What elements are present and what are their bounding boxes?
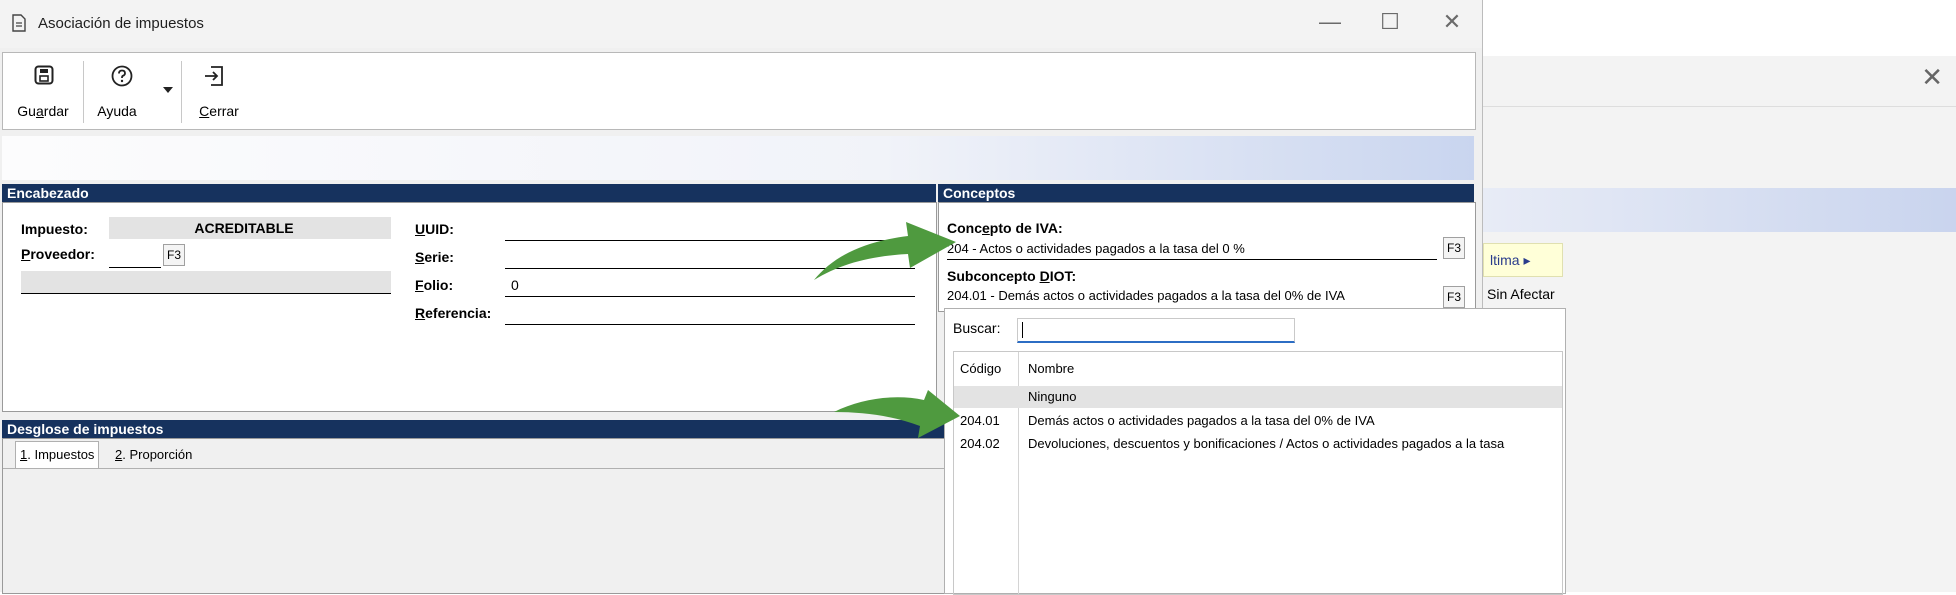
item-code: 204.02 [960, 436, 1000, 451]
maximize-button[interactable]: ☐ [1370, 9, 1410, 35]
subconcepto-dropdown: Buscar: Código Nombre Ninguno 204.01 Dem… [944, 308, 1566, 595]
desglose-header: Desglose de impuestos [2, 420, 945, 438]
item-name: Demás actos o actividades pagados a la t… [1028, 413, 1375, 428]
tab-impuestos[interactable]: 1. Impuestos [15, 441, 100, 468]
concepto-iva-value[interactable]: 204 - Actos o actividades pagados a la t… [947, 239, 1437, 260]
concepto-iva-f3-button[interactable]: F3 [1443, 237, 1465, 259]
title-bar: Asociación de impuestos — ☐ ✕ [0, 0, 1482, 48]
folio-input[interactable] [505, 296, 915, 297]
impuesto-label: Impuesto: [21, 221, 88, 237]
close-window-button[interactable]: Cerrar [189, 53, 249, 129]
green-arrow-icon [834, 390, 960, 438]
uuid-label: UUID: [415, 221, 454, 237]
item-name: Ninguno [1028, 389, 1077, 404]
dropdown-arrow-icon[interactable] [163, 87, 173, 93]
folio-label: Folio: [415, 277, 454, 293]
item-name: Devoluciones, descuentos y bonificacione… [1028, 436, 1505, 451]
encabezado-panel: Impuesto: ACREDITABLE Proveedor: F3 UUID… [2, 202, 937, 412]
green-arrow-icon [814, 222, 956, 280]
folio-value: 0 [511, 277, 519, 293]
toolbar-separator [181, 61, 182, 123]
subconcepto-diot-label: Subconcepto DIOT: [947, 268, 1077, 284]
impuesto-field: ACREDITABLE [109, 217, 391, 239]
subconcepto-diot-f3-button[interactable]: F3 [1443, 286, 1465, 308]
column-header-name[interactable]: Nombre [1028, 356, 1560, 382]
info-strip [2, 136, 1474, 180]
tab-proporcion[interactable]: 2. Proporción [111, 443, 196, 467]
conceptos-panel: Concepto de IVA: 204 - Actos o actividad… [938, 202, 1476, 312]
subconcepto-diot-value[interactable]: 204.01 - Demás actos o actividades pagad… [947, 286, 1437, 306]
text-caret [1022, 322, 1023, 338]
help-button-label: Ayuda [97, 103, 137, 119]
conceptos-header: Conceptos [938, 184, 1474, 202]
save-icon [34, 65, 54, 85]
save-button[interactable]: Guardar [7, 53, 79, 129]
list-item[interactable]: 204.01 Demás actos o actividades pagados… [954, 410, 1562, 432]
background-window-sin-afectar: Sin Afectar [1487, 286, 1555, 302]
search-input[interactable] [1017, 318, 1295, 343]
impuesto-value: ACREDITABLE [194, 220, 294, 236]
serie-label: Serie: [415, 249, 454, 265]
list-item[interactable]: Ninguno [954, 386, 1562, 408]
close-window-button-label: Cerrar [199, 103, 239, 119]
toolbar: Guardar Ayuda Cerrar [2, 52, 1476, 130]
results-grid: Código Nombre Ninguno 204.01 Demás actos… [953, 351, 1563, 595]
window-title: Asociación de impuestos [38, 15, 204, 32]
proveedor-input[interactable] [109, 245, 161, 268]
document-icon [12, 14, 26, 32]
referencia-input[interactable] [505, 324, 915, 325]
column-header-code[interactable]: Código [960, 356, 1001, 382]
background-window-link[interactable]: ltima ▸ [1483, 243, 1563, 277]
list-item[interactable]: 204.02 Devoluciones, descuentos y bonifi… [954, 433, 1562, 455]
minimize-button[interactable]: — [1310, 9, 1350, 35]
proveedor-label: Proveedor: [21, 246, 95, 262]
help-icon [111, 65, 133, 87]
exit-icon [205, 66, 223, 86]
background-window-banner [1479, 188, 1956, 232]
encabezado-header: Encabezado [2, 184, 936, 202]
save-button-label: Guardar [17, 103, 69, 119]
help-button[interactable]: Ayuda [93, 53, 177, 129]
tab-divider [3, 468, 945, 469]
search-label: Buscar: [953, 320, 1001, 336]
close-button[interactable]: ✕ [1432, 9, 1472, 35]
referencia-label: Referencia: [415, 305, 492, 321]
concepto-iva-label: Concepto de IVA: [947, 220, 1063, 236]
proveedor-name-field [21, 271, 391, 294]
item-code: 204.01 [960, 413, 1000, 428]
background-window-titlebar [1479, 56, 1956, 107]
background-window-close-button[interactable]: ✕ [1921, 62, 1943, 93]
desglose-panel: 1. Impuestos 2. Proporción [2, 438, 946, 594]
proveedor-f3-button[interactable]: F3 [163, 244, 185, 266]
grid-header-row: Código Nombre [954, 356, 1562, 382]
